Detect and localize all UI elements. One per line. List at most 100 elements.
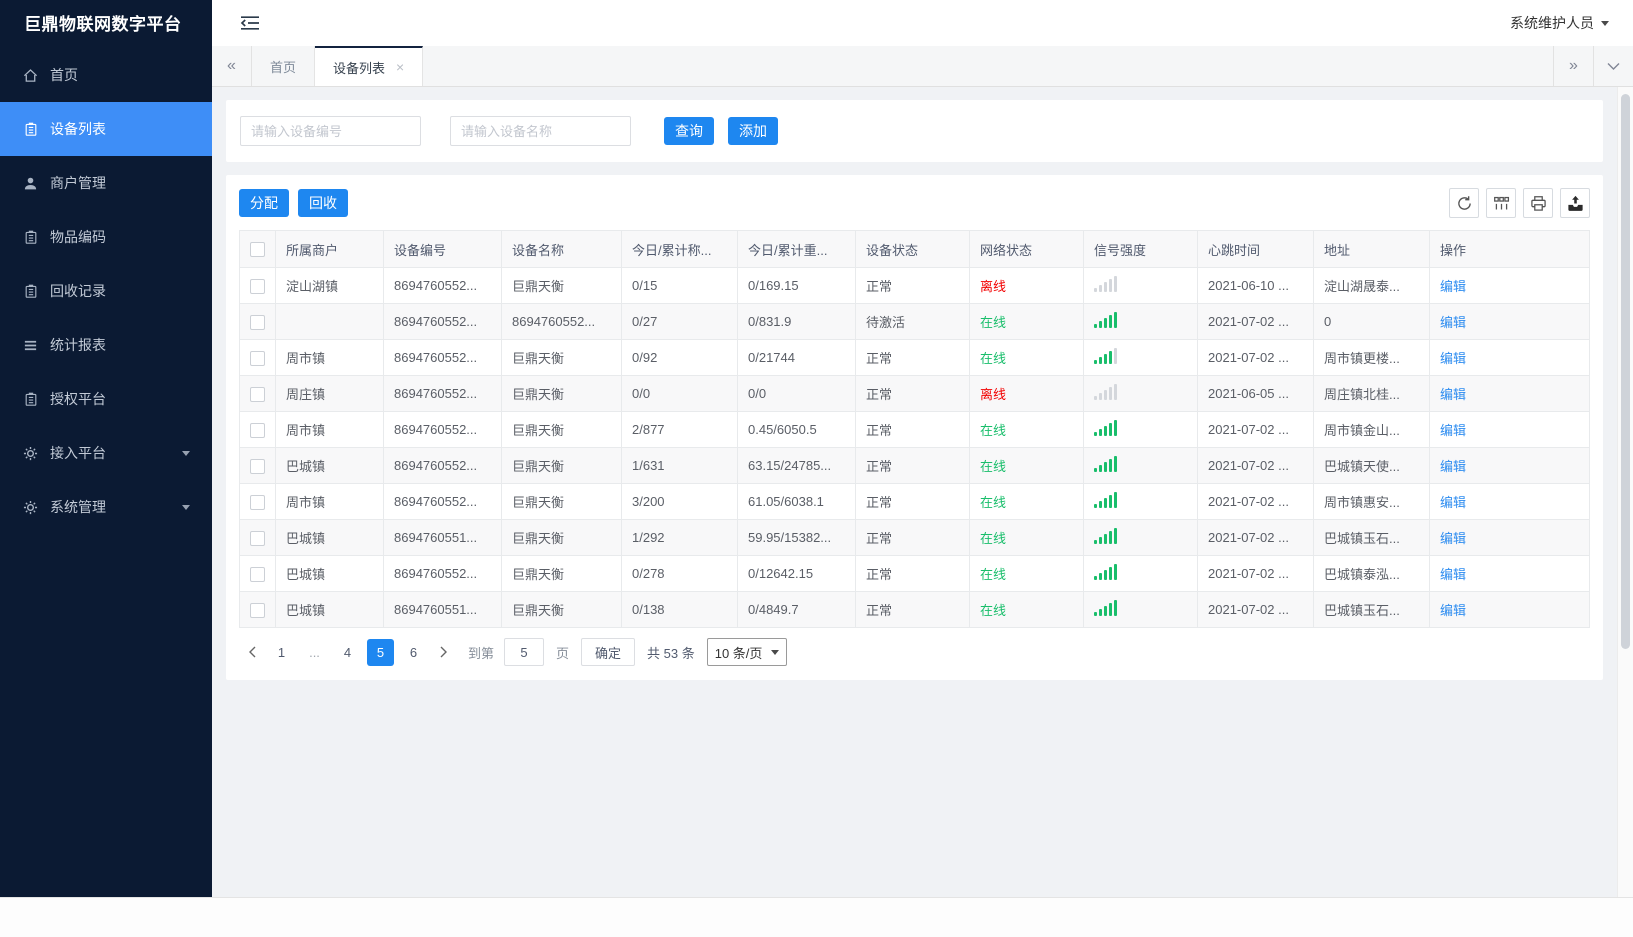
table-row: 8694760552... 8694760552... 0/27 0/831.9 待激活…	[239, 303, 1590, 340]
assign-button[interactable]: 分配	[239, 189, 289, 217]
edit-link[interactable]: 编辑	[1440, 459, 1466, 474]
address-cell: 周庄镇北桂...	[1313, 375, 1430, 412]
page-button-4[interactable]: 4	[334, 639, 361, 666]
scroll-tabs-right-button[interactable]: »	[1553, 46, 1593, 86]
edit-link[interactable]: 编辑	[1440, 351, 1466, 366]
page-button-1[interactable]: 1	[268, 639, 295, 666]
next-page-button[interactable]	[430, 639, 456, 666]
column-header: 设备名称	[501, 230, 622, 268]
row-checkbox[interactable]	[250, 350, 265, 366]
heartbeat-cell: 2021-07-02 ...	[1197, 591, 1314, 628]
page-size-select[interactable]: 10 条/页	[706, 638, 788, 666]
edit-link[interactable]: 编辑	[1440, 315, 1466, 330]
clipboard-icon	[22, 230, 39, 245]
prev-page-button[interactable]	[239, 639, 265, 666]
tab-2[interactable]: 设备列表 ×	[315, 46, 424, 86]
sidebar-item-label: 首页	[50, 67, 78, 83]
gear-icon	[22, 446, 39, 461]
page-size-value: 10 条/页	[714, 645, 763, 661]
action-cell: 编辑	[1429, 591, 1590, 628]
row-checkbox[interactable]	[250, 386, 265, 402]
query-button[interactable]: 查询	[664, 117, 714, 145]
today-weight-cell: 0/4849.7	[737, 591, 856, 628]
edit-link[interactable]: 编辑	[1440, 279, 1466, 294]
edit-link[interactable]: 编辑	[1440, 387, 1466, 402]
row-checkbox[interactable]	[250, 566, 265, 582]
edit-link[interactable]: 编辑	[1440, 423, 1466, 438]
edit-link[interactable]: 编辑	[1440, 531, 1466, 546]
today-weight-cell: 59.95/15382...	[737, 519, 856, 556]
export-button[interactable]	[1560, 188, 1590, 218]
printer-button[interactable]	[1523, 188, 1553, 218]
device-name-input[interactable]	[450, 116, 631, 146]
page-button-6[interactable]: 6	[400, 639, 427, 666]
sidebar-item-5[interactable]: 回收记录	[0, 264, 212, 318]
add-button[interactable]: 添加	[728, 117, 778, 145]
sidebar-item-label: 授权平台	[50, 391, 106, 407]
page-button-5[interactable]: 5	[367, 638, 394, 666]
select-all-checkbox[interactable]	[250, 242, 265, 258]
vertical-scrollbar-thumb[interactable]	[1621, 94, 1630, 649]
row-checkbox[interactable]	[250, 314, 265, 330]
network-status: 在线	[980, 315, 1007, 330]
close-tab-icon[interactable]: ×	[396, 60, 404, 74]
row-checkbox[interactable]	[250, 530, 265, 546]
tabs-menu-button[interactable]	[1593, 46, 1633, 86]
today-count-cell: 3/200	[621, 483, 738, 520]
address-cell: 巴城镇天使...	[1313, 447, 1430, 484]
sidebar-item-label: 系统管理	[50, 499, 106, 515]
sidebar-menu: 首页设备列表商户管理物品编码 回收记录统计报表授权平台接入平台系统管理	[0, 48, 212, 534]
device-no-input[interactable]	[240, 116, 421, 146]
sidebar-item-7[interactable]: 授权平台	[0, 372, 212, 426]
today-count-cell: 1/292	[621, 519, 738, 556]
network-status-cell: 在线	[969, 591, 1084, 628]
sidebar-item-1[interactable]: 首页	[0, 48, 212, 102]
device-no-cell: 8694760552...	[383, 483, 502, 520]
row-checkbox[interactable]	[250, 602, 265, 618]
column-header: 今日/累计重...	[737, 230, 856, 268]
sidebar-item-2[interactable]: 设备列表	[0, 102, 212, 156]
column-header: 设备编号	[383, 230, 502, 268]
row-select-cell	[239, 555, 276, 592]
collapse-sidebar-button[interactable]	[240, 15, 260, 31]
table-row: 巴城镇 8694760551... 巨鼎天衡 0/138 0/4849.7 正常 在线 202…	[239, 591, 1590, 628]
action-cell: 编辑	[1429, 519, 1590, 556]
user-menu[interactable]: 系统维护人员	[1510, 13, 1609, 33]
network-status: 在线	[980, 603, 1007, 618]
sidebar-item-4[interactable]: 物品编码	[0, 210, 212, 264]
row-checkbox[interactable]	[250, 494, 265, 510]
action-cell: 编辑	[1429, 339, 1590, 376]
tab-1[interactable]: 首页	[252, 46, 316, 86]
vertical-scrollbar[interactable]	[1617, 87, 1633, 897]
columns-button[interactable]	[1486, 188, 1516, 218]
device-status-cell: 正常	[855, 339, 970, 376]
sidebar-item-6[interactable]: 统计报表	[0, 318, 212, 372]
sidebar-item-3[interactable]: 商户管理	[0, 156, 212, 210]
edit-link[interactable]: 编辑	[1440, 567, 1466, 582]
column-header: 心跳时间	[1197, 230, 1314, 268]
scroll-tabs-left-button[interactable]: «	[212, 46, 252, 86]
table-body: 淀山湖镇 8694760552... 巨鼎天衡 0/15 0/169.15 正常 离线 202…	[239, 267, 1590, 628]
sidebar-item-8[interactable]: 接入平台	[0, 426, 212, 480]
column-header: 网络状态	[969, 230, 1084, 268]
recycle-button[interactable]: 回收	[298, 189, 348, 217]
sidebar-item-label: 统计报表	[50, 337, 106, 353]
jump-page-input[interactable]	[504, 638, 545, 666]
row-checkbox[interactable]	[250, 458, 265, 474]
confirm-page-button[interactable]: 确定	[581, 638, 636, 666]
table-row: 周庄镇 8694760552... 巨鼎天衡 0/0 0/0 正常 离线 2021-06-05…	[239, 375, 1590, 412]
row-checkbox[interactable]	[250, 422, 265, 438]
device-status-cell: 正常	[855, 591, 970, 628]
refresh-button[interactable]	[1449, 188, 1479, 218]
sidebar-item-9[interactable]: 系统管理	[0, 480, 212, 534]
sidebar-item-label: 商户管理	[50, 175, 106, 191]
row-checkbox[interactable]	[250, 278, 265, 294]
network-status: 在线	[980, 459, 1007, 474]
device-no-cell: 8694760551...	[383, 591, 502, 628]
edit-link[interactable]: 编辑	[1440, 495, 1466, 510]
today-count-cell: 0/138	[621, 591, 738, 628]
signal-bars-icon	[1094, 564, 1117, 580]
network-status: 在线	[980, 531, 1007, 546]
row-select-cell	[239, 303, 276, 340]
edit-link[interactable]: 编辑	[1440, 603, 1466, 618]
